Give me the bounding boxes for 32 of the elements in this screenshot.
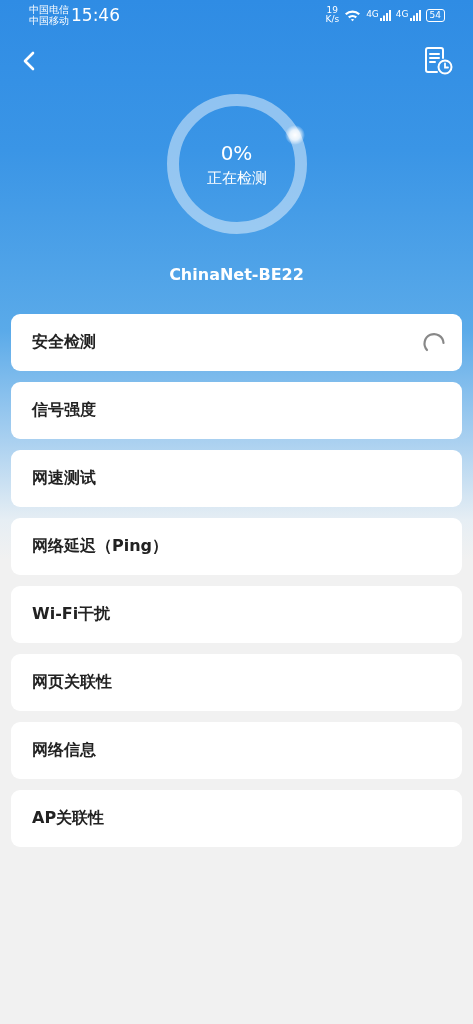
check-label: AP关联性	[32, 808, 105, 829]
speed-value: 19	[326, 6, 339, 15]
signal-icon	[379, 9, 391, 21]
check-label: Wi-Fi干扰	[32, 604, 111, 625]
check-label: 网页关联性	[32, 672, 112, 693]
check-item[interactable]: 安全检测	[11, 314, 462, 371]
back-button[interactable]	[22, 50, 36, 72]
check-item[interactable]: 网速测试	[11, 450, 462, 507]
check-item[interactable]: Wi-Fi干扰	[11, 586, 462, 643]
check-label: 安全检测	[32, 332, 96, 353]
history-button[interactable]	[423, 46, 453, 76]
network-type: 4G	[395, 9, 409, 19]
check-item[interactable]: 网络信息	[11, 722, 462, 779]
speed-unit: K/s	[325, 15, 340, 24]
progress-percent: 0%	[220, 140, 253, 165]
check-item[interactable]: 网页关联性	[11, 654, 462, 711]
battery-level: 54	[425, 8, 445, 22]
carrier-name: 中国移动	[29, 15, 69, 26]
scan-status: 正在检测	[206, 168, 267, 188]
check-item[interactable]: AP关联性	[11, 790, 462, 847]
carrier-name: 中国电信	[29, 4, 69, 15]
check-item[interactable]: 信号强度	[11, 382, 462, 439]
wifi-icon	[344, 8, 362, 22]
signal-icon	[409, 9, 421, 21]
check-label: 网络延迟（Ping）	[32, 536, 169, 557]
network-type: 4G	[366, 9, 379, 19]
check-label: 网速测试	[32, 468, 96, 489]
check-label: 信号强度	[32, 400, 96, 421]
network-name: ChinaNet-BE22	[169, 265, 304, 284]
clock-time: 15:46	[71, 5, 120, 25]
check-item[interactable]: 网络延迟（Ping）	[11, 518, 462, 575]
check-label: 网络信息	[32, 740, 96, 761]
